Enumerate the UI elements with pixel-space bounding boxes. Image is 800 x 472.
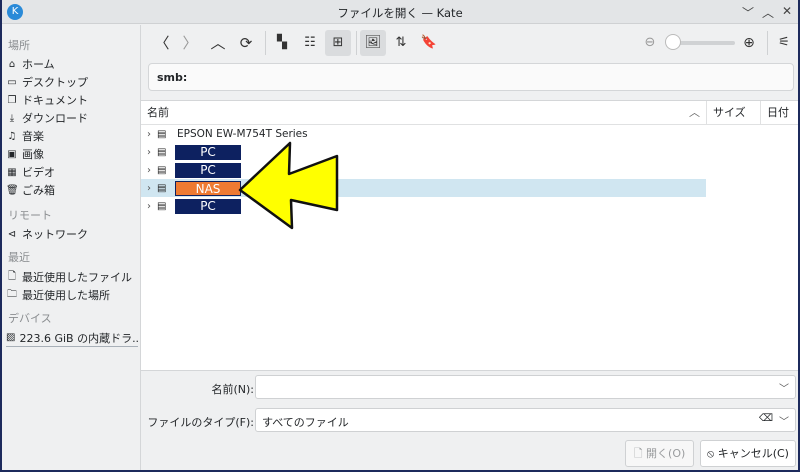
arrow-icon <box>238 141 339 230</box>
file-open-dialog: K ファイルを開く — Kate ﹀ ︿ ✕ 場所 ⌂ ホーム ▭ デスクトップ ❐… <box>2 0 798 470</box>
yellow-arrow-annotation <box>238 141 339 230</box>
